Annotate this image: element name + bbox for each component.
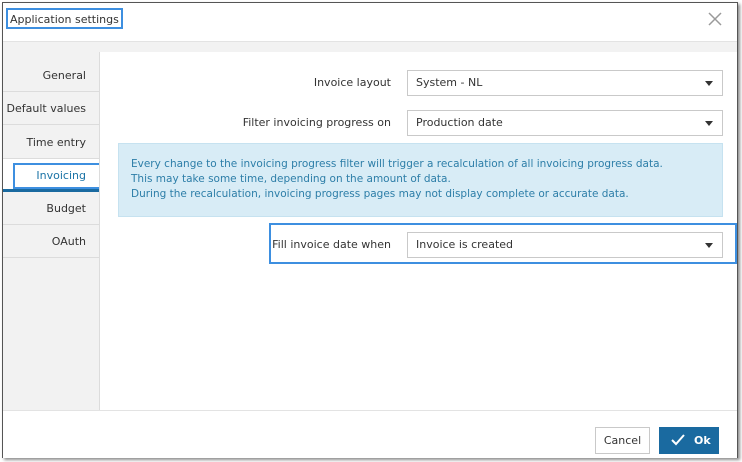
ok-button[interactable]: Ok bbox=[659, 427, 719, 454]
settings-sidebar: General Default values Time entry Invoic… bbox=[3, 42, 101, 410]
chevron-down-icon bbox=[705, 121, 713, 126]
cancel-button[interactable]: Cancel bbox=[595, 427, 650, 454]
dialog-title: Application settings bbox=[6, 8, 123, 29]
sidebar-item-time-entry[interactable]: Time entry bbox=[3, 126, 99, 159]
filter-progress-label: Filter invoicing progress on bbox=[242, 116, 391, 129]
info-line: Every change to the invoicing progress f… bbox=[131, 158, 663, 170]
filter-progress-value: Production date bbox=[416, 116, 503, 129]
invoicing-settings-panel: Invoice layout System - NL Filter invoic… bbox=[99, 52, 737, 410]
sidebar-item-label: Time entry bbox=[26, 136, 86, 149]
check-icon bbox=[671, 434, 685, 446]
chevron-down-icon bbox=[705, 81, 713, 86]
sidebar-item-default-values[interactable]: Default values bbox=[3, 92, 99, 125]
invoice-layout-label: Invoice layout bbox=[313, 76, 391, 89]
sidebar-item-general[interactable]: General bbox=[3, 59, 99, 92]
chevron-down-icon bbox=[705, 243, 713, 248]
fill-invoice-date-label: Fill invoice date when bbox=[272, 238, 391, 251]
ok-button-label: Ok bbox=[694, 434, 711, 447]
sidebar-item-label: General bbox=[42, 69, 86, 82]
invoice-layout-value: System - NL bbox=[416, 76, 483, 89]
invoice-layout-select[interactable]: System - NL bbox=[407, 70, 723, 96]
info-line: During the recalculation, invoicing prog… bbox=[131, 188, 629, 200]
fill-invoice-date-value: Invoice is created bbox=[416, 238, 514, 251]
application-settings-dialog: Application settings General Default val… bbox=[2, 2, 738, 458]
dialog-titlebar: Application settings bbox=[3, 3, 737, 42]
sidebar-item-label: Budget bbox=[46, 202, 86, 215]
close-icon[interactable] bbox=[707, 11, 723, 27]
filter-progress-select[interactable]: Production date bbox=[407, 110, 723, 136]
sidebar-item-budget[interactable]: Budget bbox=[3, 192, 99, 225]
dialog-body: General Default values Time entry Invoic… bbox=[3, 42, 737, 410]
dialog-footer: Cancel Ok bbox=[3, 410, 737, 458]
invoicing-highlight-box bbox=[13, 163, 101, 189]
sidebar-item-label: Default values bbox=[6, 102, 86, 115]
fill-invoice-date-select[interactable]: Invoice is created bbox=[407, 232, 723, 258]
sidebar-item-oauth[interactable]: OAuth bbox=[3, 225, 99, 258]
info-line: This may take some time, depending on th… bbox=[131, 173, 451, 185]
sidebar-item-label: OAuth bbox=[51, 235, 86, 248]
info-message: Every change to the invoicing progress f… bbox=[118, 143, 723, 217]
sidebar-item-invoicing[interactable]: Invoicing bbox=[3, 159, 101, 192]
